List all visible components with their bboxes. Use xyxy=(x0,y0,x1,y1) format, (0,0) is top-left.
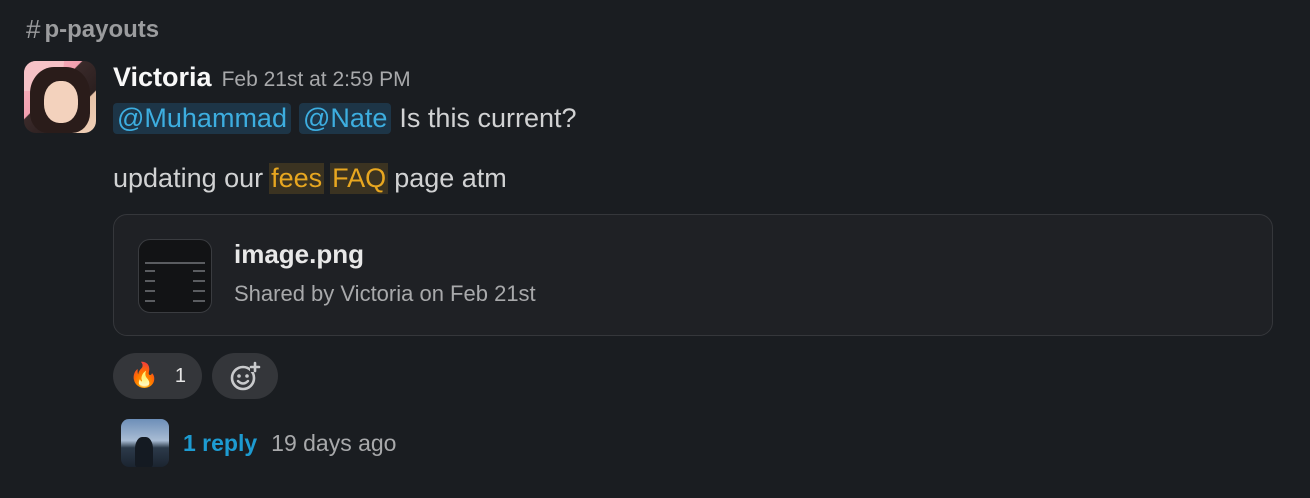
reaction-count: 1 xyxy=(174,364,187,387)
message-line-2: updating our fees FAQ page atm xyxy=(113,160,1283,196)
add-reaction-button[interactable] xyxy=(212,353,279,399)
message-timestamp[interactable]: Feb 21st at 2:59 PM xyxy=(222,68,411,92)
author-avatar[interactable] xyxy=(24,61,96,133)
last-reply-time: 19 days ago xyxy=(271,429,397,456)
thread-summary[interactable]: 1 reply 19 days ago xyxy=(121,419,396,467)
mention-muhammad[interactable]: @Muhammad xyxy=(113,102,291,134)
message-header: Victoria Feb 21st at 2:59 PM xyxy=(113,62,1283,96)
line2-after: page atm xyxy=(394,162,507,193)
reaction-fire[interactable]: 🔥 1 xyxy=(113,353,203,399)
fire-emoji-icon: 🔥 xyxy=(129,362,159,389)
message: Victoria Feb 21st at 2:59 PM @Muhammad @… xyxy=(113,62,1283,467)
file-shared-by: Shared by Victoria on Feb 21st xyxy=(234,281,536,306)
reply-count-link[interactable]: 1 reply xyxy=(183,430,257,457)
spreadsheet-thumbnail-icon[interactable] xyxy=(138,239,212,313)
file-name[interactable]: image.png xyxy=(234,239,364,270)
channel-header[interactable]: # p-payouts xyxy=(26,14,159,45)
file-attachment[interactable]: image.png Shared by Victoria on Feb 21st xyxy=(113,214,1273,336)
message-text: Is this current? xyxy=(399,102,577,133)
highlight-fees: fees xyxy=(269,162,325,194)
reactions-bar: 🔥 1 xyxy=(113,353,279,399)
add-emoji-icon xyxy=(230,361,261,391)
replier-avatar[interactable] xyxy=(121,419,169,467)
channel-hash-icon: # xyxy=(26,14,41,44)
author-name[interactable]: Victoria xyxy=(113,62,212,93)
highlight-faq: FAQ xyxy=(330,162,389,194)
line2-before: updating our xyxy=(113,162,264,193)
channel-name[interactable]: p-payouts xyxy=(44,16,159,44)
message-line-1: @Muhammad @Nate Is this current? xyxy=(113,98,1283,138)
mention-nate[interactable]: @Nate xyxy=(298,102,392,134)
